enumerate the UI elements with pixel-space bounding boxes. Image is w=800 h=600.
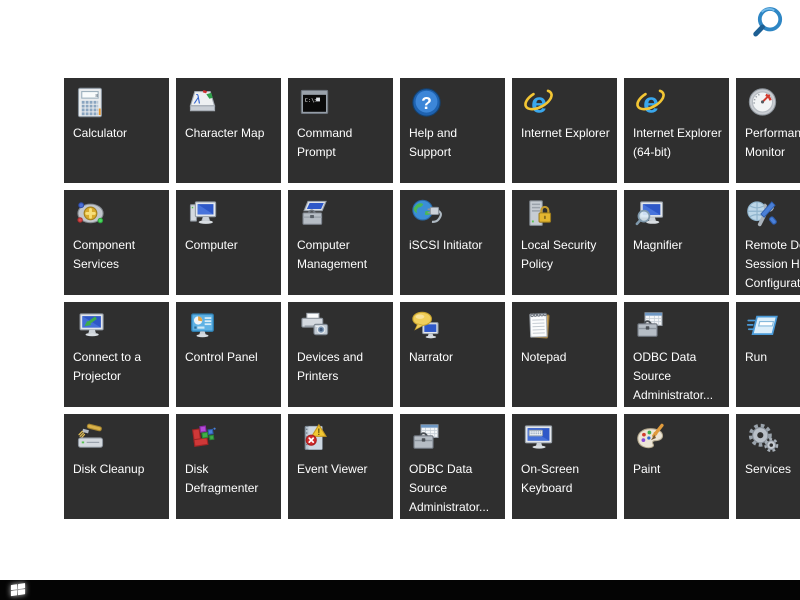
tile-notepad[interactable]: Notepad xyxy=(512,302,617,407)
tile-label: Devices and Printers xyxy=(297,348,388,386)
tile-internet-explorer[interactable]: e Internet Explorer xyxy=(512,78,617,183)
tile-odbc-data-source-administrator-2[interactable]: ODBC Data Source Administrator... xyxy=(400,414,505,519)
character-map-icon: λ xyxy=(185,85,220,120)
tile-remote-desktop-session-host-configuration[interactable]: Remote Desktop Session Host Configuratio… xyxy=(736,190,800,295)
iscsi-initiator-icon xyxy=(409,197,444,232)
component-services-icon xyxy=(73,197,108,232)
tile-computer[interactable]: Computer xyxy=(176,190,281,295)
search-magnifier-icon[interactable] xyxy=(748,0,792,44)
taskbar xyxy=(0,580,800,600)
tile-internet-explorer-64-bit[interactable]: e Internet Explorer (64-bit) xyxy=(624,78,729,183)
tile-magnifier[interactable]: Magnifier xyxy=(624,190,729,295)
tile-computer-management[interactable]: Computer Management xyxy=(288,190,393,295)
tile-command-prompt[interactable]: C:\> Command Prompt xyxy=(288,78,393,183)
services-icon xyxy=(745,421,780,456)
computer-icon xyxy=(185,197,220,232)
tile-run[interactable]: Run xyxy=(736,302,800,407)
paint-icon xyxy=(633,421,668,456)
notepad-icon xyxy=(521,309,556,344)
svg-text:8: 8 xyxy=(95,93,98,99)
event-viewer-icon: ! xyxy=(297,421,332,456)
connect-to-a-projector-icon xyxy=(73,309,108,344)
tile-help-and-support[interactable]: ? Help and Support xyxy=(400,78,505,183)
devices-and-printers-icon xyxy=(297,309,332,344)
tile-narrator[interactable]: Narrator xyxy=(400,302,505,407)
tile-label: Local Security Policy xyxy=(521,236,612,274)
tile-label: Services xyxy=(745,460,800,479)
tile-label: ODBC Data Source Administrator... xyxy=(633,348,724,405)
tile-label: On-Screen Keyboard xyxy=(521,460,612,498)
tile-connect-to-a-projector[interactable]: Connect to a Projector xyxy=(64,302,169,407)
tile-label: Control Panel xyxy=(185,348,276,367)
tile-label: Internet Explorer xyxy=(521,124,612,143)
tile-devices-and-printers[interactable]: Devices and Printers xyxy=(288,302,393,407)
calculator-icon: 8 xyxy=(73,85,108,120)
tile-label: Magnifier xyxy=(633,236,724,255)
svg-text:λ: λ xyxy=(193,92,200,107)
command-prompt-icon: C:\> xyxy=(297,85,332,120)
tile-label: Disk Cleanup xyxy=(73,460,164,479)
disk-defragmenter-icon xyxy=(185,421,220,456)
tile-disk-defragmenter[interactable]: Disk Defragmenter xyxy=(176,414,281,519)
tile-label: Notepad xyxy=(521,348,612,367)
svg-text:!: ! xyxy=(317,427,320,437)
run-icon xyxy=(745,309,780,344)
performance-monitor-icon xyxy=(745,85,780,120)
odbc-data-source-administrator-icon xyxy=(633,309,668,344)
svg-text:?: ? xyxy=(421,93,432,113)
tile-label: Computer Management xyxy=(297,236,388,274)
tile-label: Run xyxy=(745,348,800,367)
tile-label: Character Map xyxy=(185,124,276,143)
computer-management-icon xyxy=(297,197,332,232)
tile-local-security-policy[interactable]: Local Security Policy xyxy=(512,190,617,295)
tile-on-screen-keyboard[interactable]: On-Screen Keyboard xyxy=(512,414,617,519)
on-screen-keyboard-icon xyxy=(521,421,556,456)
tile-label: Component Services xyxy=(73,236,164,274)
tile-label: Help and Support xyxy=(409,124,500,162)
tile-label: Remote Desktop Session Host Configuratio… xyxy=(745,236,800,293)
local-security-policy-icon xyxy=(521,197,556,232)
tile-label: Disk Defragmenter xyxy=(185,460,276,498)
windows-start-icon[interactable] xyxy=(8,582,28,598)
tile-paint[interactable]: Paint xyxy=(624,414,729,519)
tile-label: Calculator xyxy=(73,124,164,143)
tile-odbc-data-source-administrator[interactable]: ODBC Data Source Administrator... xyxy=(624,302,729,407)
app-tile-grid: 8 Calculator λ Character Map C:\> Comman… xyxy=(64,78,800,519)
tile-performance-monitor[interactable]: Performance Monitor xyxy=(736,78,800,183)
disk-cleanup-icon xyxy=(73,421,108,456)
narrator-icon xyxy=(409,309,444,344)
tile-calculator[interactable]: 8 Calculator xyxy=(64,78,169,183)
tile-label: Performance Monitor xyxy=(745,124,800,162)
tile-services[interactable]: Services xyxy=(736,414,800,519)
odbc-data-source-administrator-icon xyxy=(409,421,444,456)
tile-label: iSCSI Initiator xyxy=(409,236,500,255)
tile-component-services[interactable]: Component Services xyxy=(64,190,169,295)
tile-label: ODBC Data Source Administrator... xyxy=(409,460,500,517)
tile-label: Internet Explorer (64-bit) xyxy=(633,124,724,162)
tile-label: Computer xyxy=(185,236,276,255)
magnifier-icon xyxy=(633,197,668,232)
internet-explorer-icon: e xyxy=(633,85,668,120)
tile-event-viewer[interactable]: ! Event Viewer xyxy=(288,414,393,519)
tile-label: Event Viewer xyxy=(297,460,388,479)
tile-label: Command Prompt xyxy=(297,124,388,162)
tile-label: Narrator xyxy=(409,348,500,367)
remote-desktop-session-host-configuration-icon xyxy=(745,197,780,232)
tile-character-map[interactable]: λ Character Map xyxy=(176,78,281,183)
tile-label: Connect to a Projector xyxy=(73,348,164,386)
tile-label: Paint xyxy=(633,460,724,479)
help-and-support-icon: ? xyxy=(409,85,444,120)
internet-explorer-icon: e xyxy=(521,85,556,120)
tile-iscsi-initiator[interactable]: iSCSI Initiator xyxy=(400,190,505,295)
tile-control-panel[interactable]: Control Panel xyxy=(176,302,281,407)
control-panel-icon xyxy=(185,309,220,344)
tile-disk-cleanup[interactable]: Disk Cleanup xyxy=(64,414,169,519)
